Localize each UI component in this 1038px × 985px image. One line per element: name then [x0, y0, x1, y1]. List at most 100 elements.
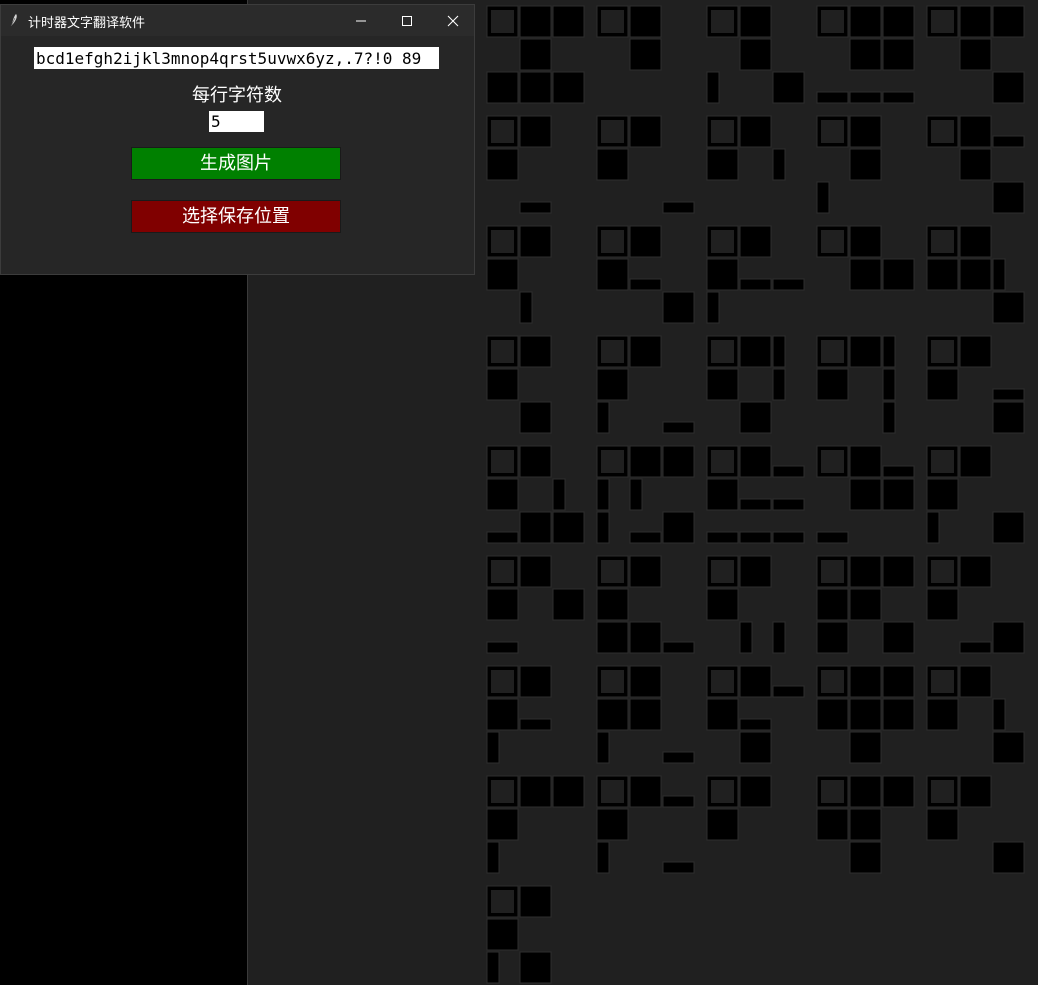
chars-per-line-input[interactable] [209, 111, 264, 132]
glyph-bar [772, 498, 805, 511]
glyph-cell [519, 225, 552, 258]
text-input[interactable] [34, 47, 439, 69]
glyph-bar [772, 685, 805, 698]
glyph-cell [739, 225, 772, 258]
glyph-bar [662, 861, 695, 874]
glyph-cell [926, 698, 959, 731]
glyph-bar [519, 718, 552, 731]
glyph-cell [959, 335, 992, 368]
glyph-bar [519, 201, 552, 214]
glyph-bar [486, 731, 500, 764]
glyph-marker-inner [931, 560, 954, 583]
glyph-marker-inner [601, 120, 624, 143]
glyph-cell [519, 5, 552, 38]
glyph-bar [486, 951, 500, 984]
minimize-icon [356, 20, 366, 21]
glyph-marker-inner [931, 230, 954, 253]
glyph-cell [992, 181, 1025, 214]
glyph-cell [926, 478, 959, 511]
glyph-cell [486, 588, 519, 621]
glyph-bar [629, 478, 643, 511]
glyph-bar [882, 368, 896, 401]
glyph-cell [519, 665, 552, 698]
glyph-cell [629, 445, 662, 478]
glyph-cell [959, 115, 992, 148]
glyph-cell [959, 665, 992, 698]
glyph-cell [629, 621, 662, 654]
glyph-cell [849, 841, 882, 874]
glyph-bar [706, 531, 739, 544]
glyph-marker-inner [491, 560, 514, 583]
glyph-cell [849, 775, 882, 808]
glyph-cell [706, 368, 739, 401]
glyph-bar [596, 478, 610, 511]
glyph-cell [662, 445, 695, 478]
glyph-bar [662, 751, 695, 764]
chars-per-line-label: 每行字符数 [192, 85, 282, 106]
glyph-cell [849, 665, 882, 698]
glyph-cell [849, 731, 882, 764]
close-button[interactable] [430, 5, 476, 36]
glyph-marker-inner [601, 670, 624, 693]
glyph-cell [739, 775, 772, 808]
glyph-cell [816, 368, 849, 401]
glyph-marker-inner [931, 120, 954, 143]
glyph-marker-inner [491, 120, 514, 143]
glyph-cell [992, 71, 1025, 104]
glyph-bar [739, 278, 772, 291]
glyph-cell [882, 621, 915, 654]
glyph-cell [486, 258, 519, 291]
glyph-bar [772, 278, 805, 291]
glyph-cell [739, 38, 772, 71]
glyph-cell [739, 5, 772, 38]
glyph-cell [992, 401, 1025, 434]
glyph-cell [739, 445, 772, 478]
glyph-bar [596, 731, 610, 764]
app-window: 计时器文字翻译软件 每行字符数 生成图片 选择保存位置 [0, 4, 475, 275]
glyph-cell [882, 775, 915, 808]
glyph-cell [739, 555, 772, 588]
minimize-button[interactable] [338, 5, 384, 36]
glyph-bar [849, 91, 882, 104]
title-bar[interactable]: 计时器文字翻译软件 [1, 5, 474, 36]
glyph-cell [486, 368, 519, 401]
choose-save-location-button[interactable]: 选择保存位置 [131, 200, 341, 233]
glyph-bar [816, 181, 830, 214]
glyph-cell [519, 951, 552, 984]
glyph-cell [552, 5, 585, 38]
glyph-bar [629, 531, 662, 544]
glyph-marker-inner [821, 230, 844, 253]
maximize-button[interactable] [384, 5, 430, 36]
glyph-cell [706, 478, 739, 511]
glyph-bar [662, 641, 695, 654]
glyph-cell [596, 621, 629, 654]
generate-image-button[interactable]: 生成图片 [131, 147, 341, 180]
glyph-cell [629, 5, 662, 38]
glyph-marker-inner [601, 10, 624, 33]
glyph-bar [992, 258, 1006, 291]
glyph-marker-inner [601, 780, 624, 803]
glyph-cell [519, 335, 552, 368]
glyph-bar [596, 511, 610, 544]
glyph-marker-inner [711, 670, 734, 693]
glyph-cell [519, 775, 552, 808]
glyph-bar [739, 498, 772, 511]
glyph-bar [992, 388, 1025, 401]
glyph-cell [849, 588, 882, 621]
glyph-cell [882, 5, 915, 38]
glyph-marker-inner [711, 120, 734, 143]
glyph-marker-inner [491, 890, 514, 913]
glyph-marker-inner [491, 670, 514, 693]
glyph-bar [882, 465, 915, 478]
glyph-cell [706, 588, 739, 621]
glyph-bar [739, 718, 772, 731]
glyph-cell [519, 71, 552, 104]
glyph-bar [486, 641, 519, 654]
glyph-cell [959, 5, 992, 38]
glyph-cell [882, 665, 915, 698]
glyph-bar [816, 91, 849, 104]
glyph-cell [486, 808, 519, 841]
glyph-bar [992, 698, 1006, 731]
glyph-marker-inner [711, 780, 734, 803]
glyph-bar [926, 511, 940, 544]
